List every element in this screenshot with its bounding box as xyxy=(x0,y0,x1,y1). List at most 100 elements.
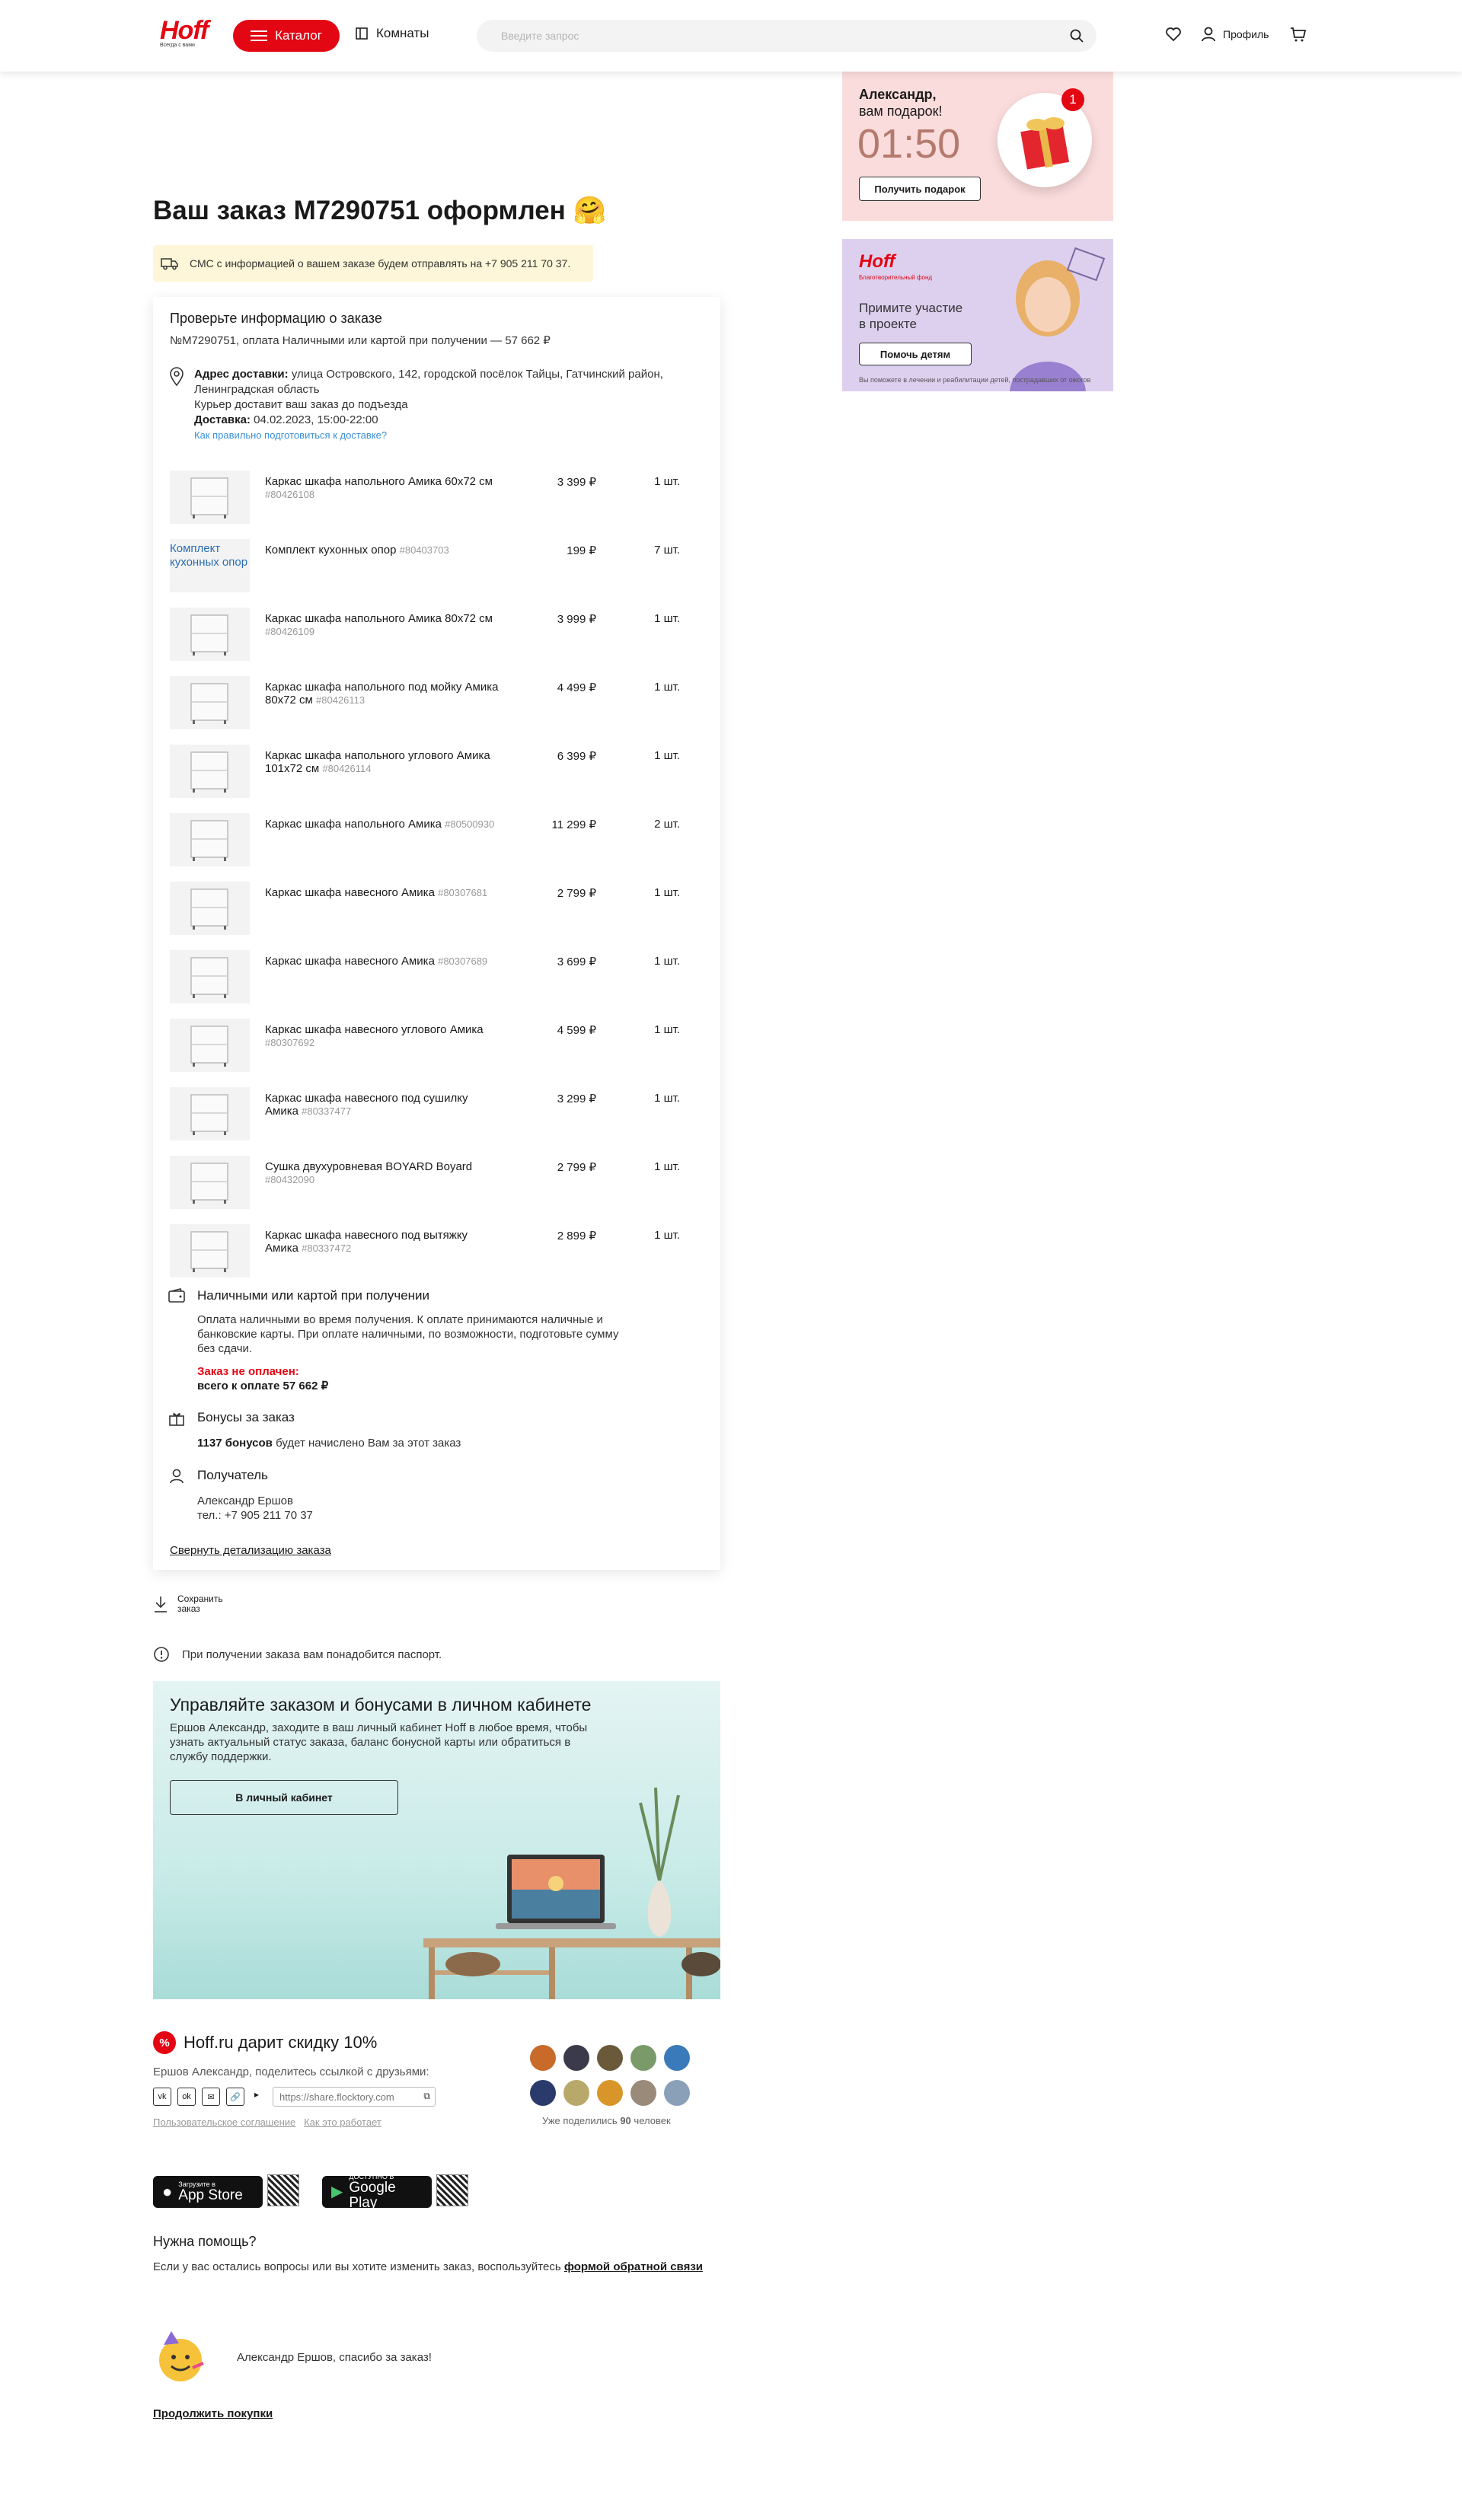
link-share-icon[interactable]: 🔗 xyxy=(226,2088,244,2106)
share-text: Ершов Александр, поделитесь ссылкой с др… xyxy=(153,2065,429,2078)
product-image[interactable] xyxy=(170,1019,250,1072)
order-item-row: Комплект кухонных опор Комплект кухонных … xyxy=(170,539,703,594)
email-share-icon[interactable]: ✉ xyxy=(202,2088,220,2106)
item-code: #80426109 xyxy=(265,626,315,637)
gift-subtitle: вам подарок! xyxy=(859,104,943,119)
favorites-icon[interactable] xyxy=(1165,26,1182,43)
product-image[interactable] xyxy=(170,676,250,729)
help-children-button[interactable]: Помочь детям xyxy=(859,343,972,365)
how-it-works-link[interactable]: Как это работает xyxy=(304,2116,381,2128)
item-name[interactable]: Каркас шкафа навесного Амика #80307681 xyxy=(265,886,501,899)
item-code: #80307692 xyxy=(265,1037,315,1048)
profile-label[interactable]: Профиль xyxy=(1223,28,1269,40)
product-image[interactable] xyxy=(170,608,250,661)
item-name[interactable]: Каркас шкафа напольного под мойку Амика … xyxy=(265,681,501,707)
avatar xyxy=(597,2080,623,2106)
item-code: #80337477 xyxy=(302,1105,352,1117)
product-image[interactable] xyxy=(170,1224,250,1278)
percent-icon: % xyxy=(153,2031,176,2054)
catalog-label: Каталог xyxy=(275,28,322,43)
bonus-count: 1137 бонусов xyxy=(197,1437,273,1450)
passport-notice: При получении заказа вам понадобится пас… xyxy=(153,1646,442,1663)
item-name[interactable]: Каркас шкафа напольного Амика 60x72 см #… xyxy=(265,475,501,501)
item-name[interactable]: Каркас шкафа навесного Амика #80307689 xyxy=(265,955,501,968)
app-store-button[interactable]: ● Загрузите в App Store xyxy=(153,2176,263,2208)
order-item-row: Каркас шкафа напольного Амика 60x72 см #… xyxy=(170,471,703,525)
get-gift-button[interactable]: Получить подарок xyxy=(859,177,981,201)
order-item-row: Каркас шкафа навесного Амика #80307689 3 … xyxy=(170,950,703,1005)
help-text-block: Если у вас остались вопросы или вы хотит… xyxy=(153,2260,717,2274)
party-face-icon xyxy=(159,2331,204,2381)
collapse-details-link[interactable]: Свернуть детализацию заказа xyxy=(170,1544,331,1557)
product-image[interactable]: Комплект кухонных опор xyxy=(170,539,250,592)
sms-text: СМС с информацией о вашем заказе будем о… xyxy=(190,257,571,270)
help-title: Нужна помощь? xyxy=(153,2234,257,2249)
rooms-link[interactable]: Комнаты xyxy=(355,26,429,41)
bonus-text: будет начислено Вам за этот заказ xyxy=(276,1437,461,1450)
search-input[interactable]: Введите запрос xyxy=(477,20,1096,52)
cart-icon[interactable] xyxy=(1290,26,1307,43)
item-price: 3 399 ₽ xyxy=(557,476,596,489)
item-name[interactable]: Каркас шкафа навесного под вытяжку Амика… xyxy=(265,1229,501,1255)
item-price: 4 599 ₽ xyxy=(557,1024,596,1037)
share-link-text: https://share.flocktory.com xyxy=(279,2091,394,2103)
item-price: 3 699 ₽ xyxy=(557,955,596,968)
item-name[interactable]: Комплект кухонных опор #80403703 xyxy=(265,544,501,557)
product-image[interactable] xyxy=(170,1156,250,1209)
item-quantity: 1 шт. xyxy=(654,612,680,625)
catalog-button[interactable]: Каталог xyxy=(233,20,340,52)
share-title-text: Hoff.ru дарит скидку 10% xyxy=(184,2033,378,2052)
item-name[interactable]: Каркас шкафа напольного Амика 80x72 см #… xyxy=(265,612,501,638)
truck-icon xyxy=(161,258,178,270)
location-pin-icon xyxy=(170,367,184,387)
order-item-row: Каркас шкафа навесного углового Амика #8… xyxy=(170,1019,703,1073)
item-code: #80307681 xyxy=(438,887,488,898)
girl-illustration xyxy=(1010,247,1106,391)
product-image[interactable] xyxy=(170,745,250,798)
copy-icon[interactable]: ⧉ xyxy=(423,2091,430,2102)
save-order-label: Сохранить заказ xyxy=(177,1593,223,1614)
item-name[interactable]: Каркас шкафа напольного углового Амика 1… xyxy=(265,749,501,775)
product-image[interactable] xyxy=(170,471,250,524)
user-agreement-link[interactable]: Пользовательское соглашение xyxy=(153,2116,295,2128)
order-summary: №M7290751, оплата Наличными или картой п… xyxy=(170,334,551,347)
ok-share-icon[interactable]: ok xyxy=(177,2088,196,2106)
gift-name: Александр, xyxy=(859,87,937,102)
delivery-prep-link[interactable]: Как правильно подготовиться к доставке? xyxy=(194,429,387,441)
vk-share-icon[interactable]: vk xyxy=(153,2088,171,2106)
continue-shopping-link[interactable]: Продолжить покупки xyxy=(153,2407,273,2420)
item-quantity: 1 шт. xyxy=(654,1092,680,1105)
avatar xyxy=(664,2045,690,2071)
share-legal-links: Пользовательское соглашение Как это рабо… xyxy=(153,2116,381,2128)
feedback-form-link[interactable]: формой обратной связи xyxy=(564,2260,703,2273)
google-play-qr xyxy=(436,2174,468,2206)
recipient-name: Александр Ершов xyxy=(197,1494,293,1507)
product-image[interactable] xyxy=(170,950,250,1003)
item-name[interactable]: Сушка двухуровневая BOYARD Boyard #80432… xyxy=(265,1160,501,1186)
product-image[interactable] xyxy=(170,882,250,935)
item-quantity: 2 шт. xyxy=(654,818,680,831)
save-order-button[interactable]: Сохранить заказ xyxy=(153,1594,231,1614)
shared-number: 90 xyxy=(620,2115,631,2126)
charity-banner[interactable]: Hoff Благотворительный фонд Примите учас… xyxy=(842,239,1113,391)
search-icon[interactable] xyxy=(1069,28,1084,43)
item-price: 4 499 ₽ xyxy=(557,681,596,694)
product-image[interactable] xyxy=(170,813,250,866)
profile-icon[interactable] xyxy=(1200,26,1217,43)
gift-banner[interactable]: Александр, вам подарок! 01:50 Получить п… xyxy=(842,72,1113,221)
avatar xyxy=(597,2045,623,2071)
item-name[interactable]: Каркас шкафа напольного Амика #80500930 xyxy=(265,818,501,831)
passport-text: При получении заказа вам понадобится пас… xyxy=(182,1648,442,1661)
apple-icon: ● xyxy=(162,2182,173,2201)
avatar xyxy=(530,2045,556,2071)
share-link-field[interactable]: https://share.flocktory.com ⧉ xyxy=(273,2087,436,2107)
courier-note: Курьер доставит ваш заказ до подъезда xyxy=(194,398,408,411)
item-price: 6 399 ₽ xyxy=(557,750,596,763)
item-name[interactable]: Каркас шкафа навесного углового Амика #8… xyxy=(265,1023,501,1049)
item-name[interactable]: Каркас шкафа навесного под сушилку Амика… xyxy=(265,1092,501,1118)
rooms-icon xyxy=(356,27,368,40)
hoff-logo[interactable]: Hoff xyxy=(160,18,209,43)
total-to-pay: всего к оплате 57 662 ₽ xyxy=(197,1380,329,1392)
product-image[interactable] xyxy=(170,1087,250,1140)
google-play-button[interactable]: ▶ ДОСТУПНО В Google Play xyxy=(322,2173,432,2211)
